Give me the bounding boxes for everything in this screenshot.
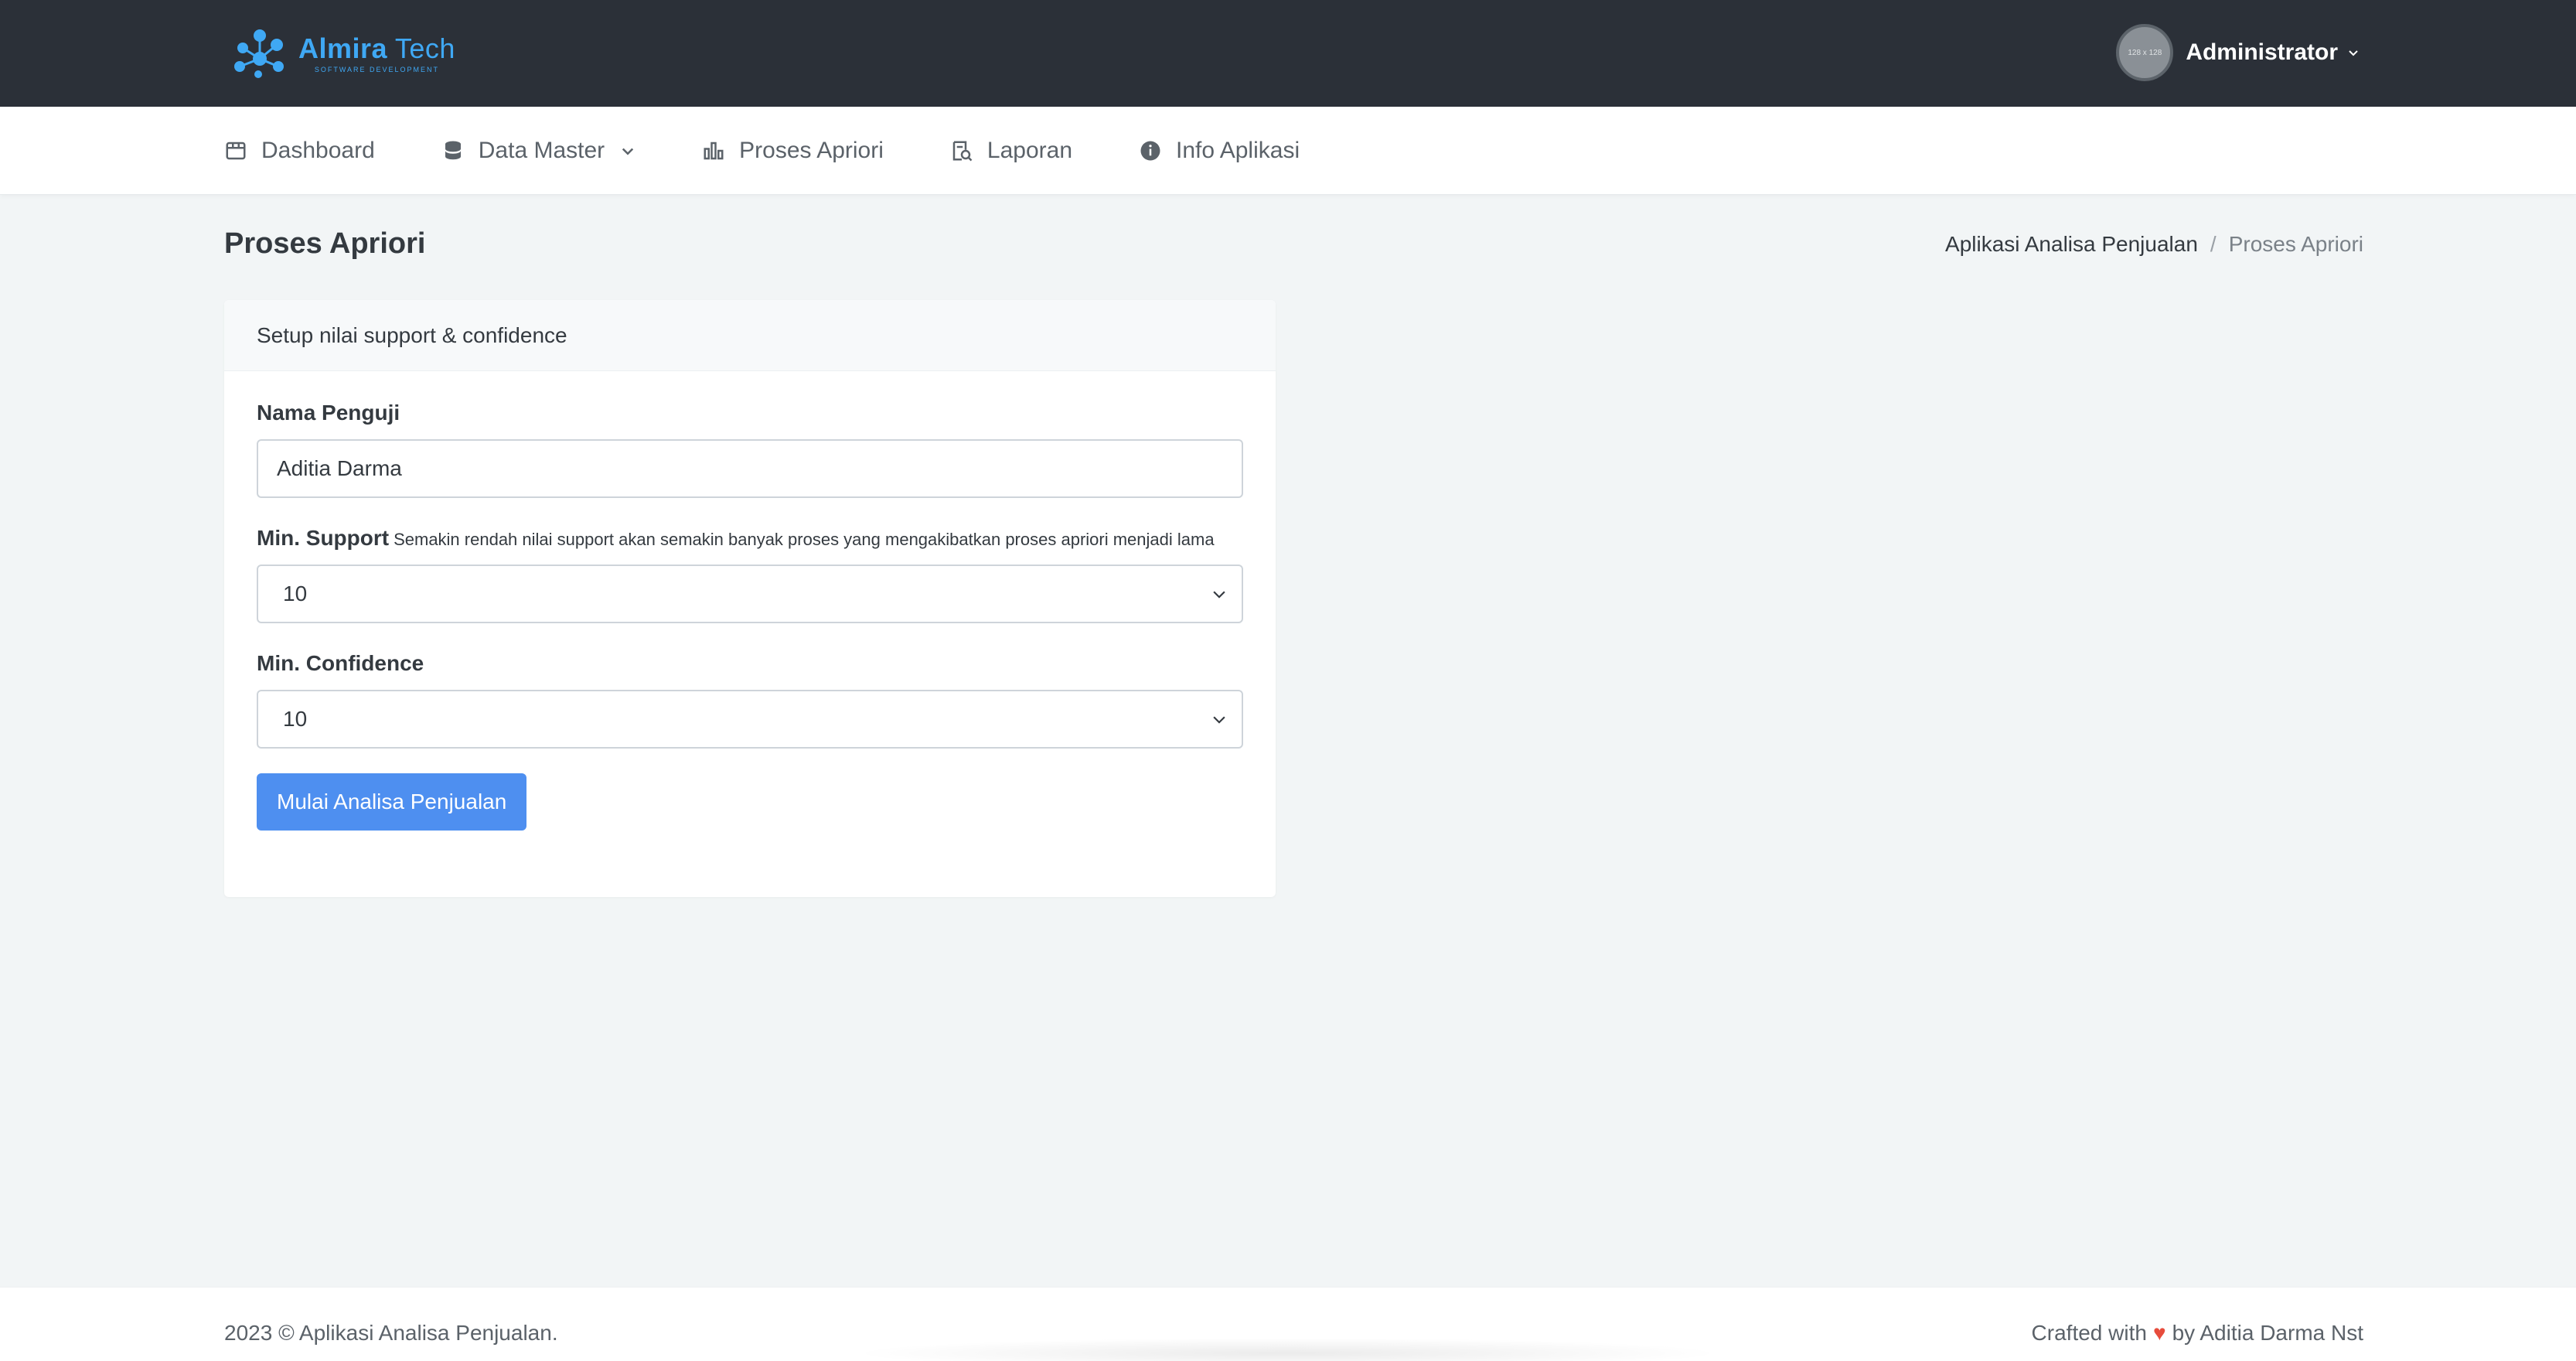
bar-chart-icon	[704, 142, 724, 160]
min-support-value: 10	[283, 582, 308, 605]
tester-name-group: Nama Penguji	[257, 401, 1243, 498]
tester-name-label: Nama Penguji	[257, 401, 400, 425]
min-support-label: Min. Support Semakin rendah nilai support…	[257, 526, 1215, 550]
footer-credit: Crafted with ♥ by Aditia Darma Nst	[2032, 1321, 2363, 1346]
brand-text: Almira Tech SOFTWARE DEVELOPMENT	[298, 32, 455, 74]
card-body: Nama Penguji Min. SupportSemakin rendah …	[224, 371, 1276, 831]
min-support-hint: Semakin rendah nilai support akan semaki…	[394, 530, 1215, 549]
breadcrumb-home-link[interactable]: Aplikasi Analisa Penjualan	[1945, 232, 2198, 257]
min-confidence-value: 10	[283, 707, 308, 731]
topbar: Almira Tech SOFTWARE DEVELOPMENT 128 x 1…	[0, 0, 2576, 107]
nav-item-label: Proses Apriori	[739, 138, 884, 163]
min-support-group: Min. Support Semakin rendah nilai support…	[257, 526, 1243, 623]
min-confidence-select[interactable]: 10	[257, 690, 1243, 749]
main-navbar: Dashboard Data Master Proses Apriori Lap…	[0, 107, 2576, 195]
database-icon	[445, 141, 461, 160]
footer-credit-suffix: by Aditia Darma Nst	[2172, 1321, 2363, 1345]
nav-item-label: Data Master	[478, 138, 605, 163]
report-search-icon	[952, 141, 973, 162]
min-confidence-label: Min. Confidence	[257, 651, 424, 675]
footer-credit-prefix: Crafted with	[2031, 1321, 2147, 1345]
dashboard-icon	[226, 142, 246, 160]
brand-subtitle: SOFTWARE DEVELOPMENT	[314, 66, 440, 73]
breadcrumb: Aplikasi Analisa Penjualan / Proses Apri…	[1945, 232, 2363, 257]
tester-name-input[interactable]	[257, 439, 1243, 498]
start-analysis-button[interactable]: Mulai Analisa Penjualan	[257, 773, 527, 831]
page-title: Proses Apriori	[224, 227, 426, 260]
card-header: Setup nilai support & confidence	[224, 300, 1276, 371]
footer-copyright: 2023 © Aplikasi Analisa Penjualan.	[224, 1321, 558, 1345]
nav-item-label: Info Aplikasi	[1176, 138, 1300, 163]
min-support-select[interactable]: 10	[257, 565, 1243, 623]
heart-icon: ♥	[2152, 1321, 2166, 1345]
brand-title: Almira Tech	[298, 32, 455, 64]
chevron-down-icon	[1213, 591, 1225, 599]
brand-logo[interactable]: Almira Tech SOFTWARE DEVELOPMENT	[232, 28, 455, 79]
min-confidence-group: Min. Confidence 10	[257, 651, 1243, 749]
breadcrumb-current: Proses Apriori	[2228, 232, 2363, 256]
avatar: 128 x 128	[2116, 24, 2174, 81]
apriori-setup-card: Setup nilai support & confidence Nama Pe…	[224, 300, 1276, 897]
nav-item-data-master[interactable]: Data Master	[441, 138, 635, 164]
nav-item-proses-apriori[interactable]: Proses Apriori	[702, 138, 884, 164]
nav-item-label: Laporan	[986, 138, 1073, 163]
nav-item-label: Dashboard	[261, 138, 375, 163]
info-icon	[1140, 141, 1160, 161]
breadcrumb-separator: /	[2210, 232, 2217, 256]
chevron-down-icon	[2349, 50, 2358, 56]
chevron-down-icon	[1213, 716, 1225, 724]
chevron-down-icon	[622, 148, 634, 155]
user-menu[interactable]: 128 x 128 Administrator	[2116, 23, 2360, 82]
logo-molecule-icon	[234, 29, 284, 78]
nav-item-dashboard[interactable]: Dashboard	[224, 138, 375, 164]
nav-item-laporan[interactable]: Laporan	[950, 138, 1072, 164]
footer-shadow	[850, 1338, 1724, 1361]
nav-item-info-aplikasi[interactable]: Info Aplikasi	[1139, 138, 1300, 164]
user-name: Administrator	[2186, 39, 2338, 65]
